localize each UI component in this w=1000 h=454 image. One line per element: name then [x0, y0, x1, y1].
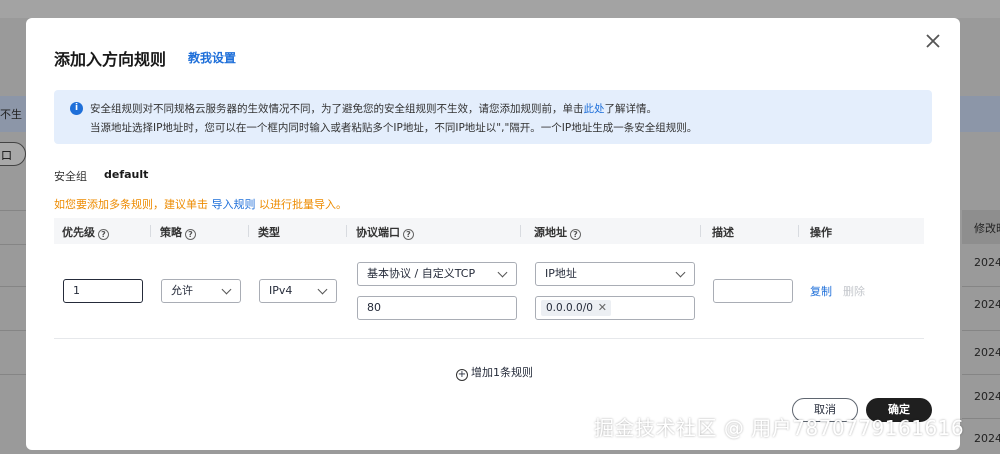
column-operation: 操作: [810, 224, 832, 240]
chevron-down-icon: [497, 267, 508, 278]
column-source-label: 源地址: [534, 226, 567, 239]
column-priority-label: 优先级: [62, 226, 95, 239]
port-input[interactable]: 80: [357, 296, 517, 320]
guide-link[interactable]: 教我设置: [188, 49, 236, 66]
background-right-header: 修改时: [962, 210, 1000, 244]
tip-text: 如您要添加多条规则，建议单击: [54, 198, 212, 211]
column-type: 类型: [258, 224, 280, 240]
remove-tag-icon[interactable]: ✕: [598, 300, 607, 316]
import-rules-link[interactable]: 导入规则: [212, 198, 256, 211]
column-separator: [798, 225, 799, 237]
column-separator: [700, 225, 701, 237]
info-notice: i 安全组规则对不同规格云服务器的生效情况不同，为了避免您的安全组规则不生效，请…: [54, 90, 932, 144]
notice-details-link[interactable]: 此处: [584, 103, 605, 115]
chevron-down-icon: [221, 284, 232, 295]
column-action: 策略?: [160, 224, 196, 240]
protocol-select-value: 基本协议 / 自定义TCP: [367, 267, 476, 280]
column-operation-label: 操作: [810, 226, 832, 239]
background-left-divider: [0, 210, 26, 211]
chevron-down-icon: [317, 284, 328, 295]
security-group-value: default: [104, 168, 149, 181]
notice-line-1: 安全组规则对不同规格云服务器的生效情况不同，为了避免您的安全组规则不生效，请您添…: [90, 101, 657, 116]
action-select-value: 允许: [171, 284, 193, 297]
background-left-divider: [0, 286, 26, 287]
background-left-divider: [0, 330, 26, 331]
protocol-select[interactable]: 基本协议 / 自定义TCP: [357, 262, 517, 286]
add-rule-button[interactable]: + 增加1条规则: [456, 364, 533, 381]
background-left-divider: [0, 244, 26, 245]
plus-circle-icon: +: [456, 369, 468, 381]
add-rule-label: 增加1条规则: [471, 366, 533, 379]
source-address-tag: 0.0.0.0/0 ✕: [541, 300, 611, 316]
close-icon[interactable]: [922, 30, 944, 52]
help-icon[interactable]: ?: [570, 229, 581, 240]
background-left-divider: [0, 374, 26, 375]
source-address-tag-text: 0.0.0.0/0: [546, 302, 593, 314]
info-icon: i: [70, 102, 83, 115]
notice-line-1-text: 安全组规则对不同规格云服务器的生效情况不同，为了避免您的安全组规则不生效，请您添…: [90, 103, 584, 115]
background-right-cell: 2024: [974, 298, 1000, 311]
column-separator: [248, 225, 249, 237]
background-left-button: 口: [0, 142, 26, 166]
notice-line-2: 当源地址选择IP地址时，您可以在一个框内同时输入或者粘贴多个IP地址，不同IP地…: [90, 122, 698, 134]
background-right-cell: 2024: [974, 256, 1000, 269]
priority-input[interactable]: 1: [63, 279, 143, 303]
watermark: 掘金技术社区 @ 用户7870779161616: [594, 416, 965, 440]
security-group-label: 安全组: [54, 170, 87, 183]
notice-line-1-end: 了解详情。: [604, 103, 658, 115]
column-action-label: 策略: [160, 226, 182, 239]
background-topbar: [0, 0, 1000, 18]
source-address-input[interactable]: 0.0.0.0/0 ✕: [535, 296, 695, 320]
column-description-label: 描述: [712, 226, 734, 239]
help-icon[interactable]: ?: [403, 229, 414, 240]
help-icon[interactable]: ?: [98, 229, 109, 240]
tip-text-end: 以进行批量导入。: [255, 198, 347, 211]
chevron-down-icon: [675, 267, 686, 278]
background-right-divider: [962, 374, 1000, 375]
column-separator: [150, 225, 151, 237]
column-priority: 优先级?: [62, 224, 109, 240]
column-source: 源地址?: [534, 224, 581, 240]
column-separator: [520, 225, 521, 237]
background-right-cell: 2024: [974, 432, 1000, 445]
column-type-label: 类型: [258, 226, 280, 239]
add-inbound-rule-dialog: 添加入方向规则 教我设置 i 安全组规则对不同规格云服务器的生效情况不同，为了避…: [26, 18, 960, 450]
background-right-divider: [962, 418, 1000, 419]
bulk-import-tip: 如您要添加多条规则，建议单击 导入规则 以进行批量导入。: [54, 196, 347, 212]
background-right-cell: 2024: [974, 346, 1000, 359]
action-select[interactable]: 允许: [161, 279, 241, 303]
type-select[interactable]: IPv4: [259, 279, 337, 303]
background-right-divider: [962, 286, 1000, 287]
dialog-title: 添加入方向规则: [54, 50, 167, 69]
column-separator: [346, 225, 347, 237]
column-description: 描述: [712, 224, 734, 240]
background-left-button-label: 口: [1, 149, 12, 162]
column-protocol-port: 协议端口?: [356, 224, 414, 240]
type-select-value: IPv4: [269, 284, 293, 297]
rules-table-header: 优先级? 策略? 类型 协议端口? 源地址? 描述 操作: [54, 218, 924, 244]
delete-rule-link[interactable]: 删除: [843, 283, 865, 299]
help-icon[interactable]: ?: [185, 229, 196, 240]
background-left-text: 不生: [0, 108, 22, 121]
background-right-header-text: 修改时: [974, 222, 1000, 235]
row-divider: [54, 338, 924, 339]
description-input[interactable]: [713, 279, 793, 303]
background-right-cell: 2024: [974, 390, 1000, 403]
column-protocol-port-label: 协议端口: [356, 226, 400, 239]
source-type-select-value: IP地址: [545, 267, 577, 280]
copy-rule-link[interactable]: 复制: [810, 283, 832, 299]
background-right-divider: [962, 330, 1000, 331]
source-type-select[interactable]: IP地址: [535, 262, 695, 286]
